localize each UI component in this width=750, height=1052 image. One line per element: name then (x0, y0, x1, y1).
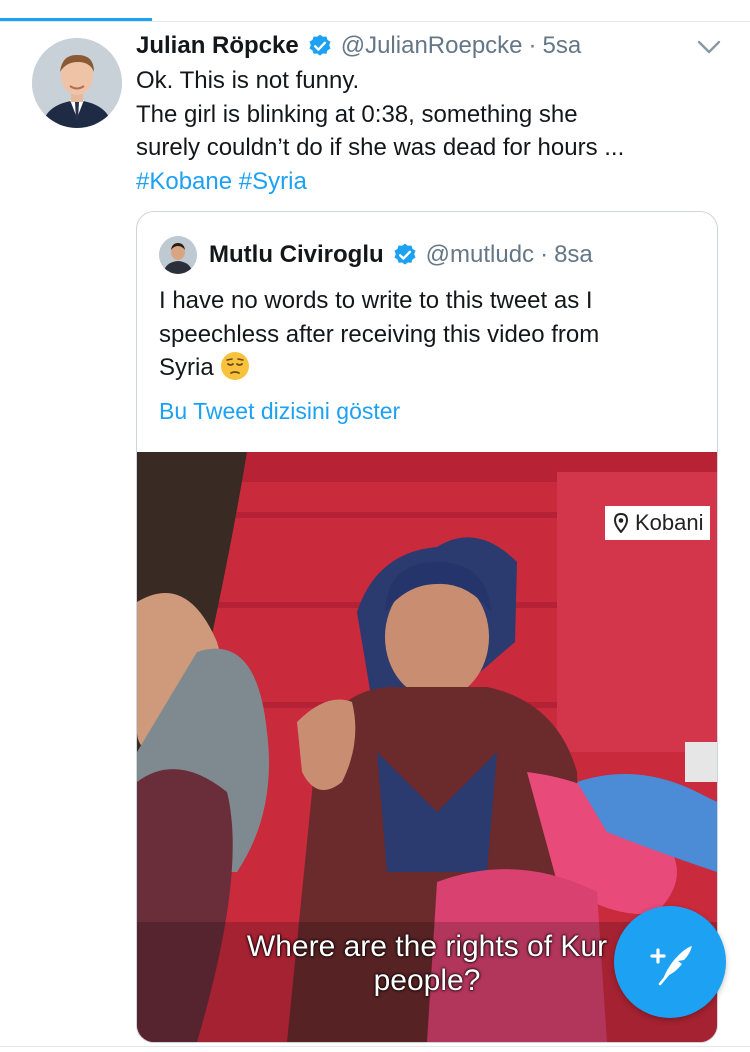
tweet-text-line: Ok. This is not funny. (136, 67, 360, 94)
quoted-tweet-header: Mutlu Civiroglu @mutludc · 8sa (159, 236, 593, 274)
pensive-face-icon (220, 351, 250, 381)
quoted-text-line: Syria (159, 354, 214, 381)
chevron-down-icon[interactable] (696, 34, 722, 60)
location-label: Kobani (635, 510, 704, 535)
top-divider (0, 21, 750, 22)
author-handle[interactable]: @JulianRoepcke (341, 32, 523, 60)
tweet-text-line: surely couldn’t do if she was dead for h… (136, 134, 625, 161)
separator-dot: · (528, 32, 537, 59)
verified-badge-icon (392, 242, 418, 268)
quoted-tweet-body: I have no words to write to this tweet a… (159, 284, 699, 385)
verified-badge-icon (307, 33, 333, 59)
hashtag-link[interactable]: #Syria (239, 168, 307, 195)
show-thread-link[interactable]: Bu Tweet dizisini göster (159, 398, 400, 425)
quoted-text-line: I have no words to write to this tweet a… (159, 287, 593, 314)
quoted-tweet-card[interactable]: Mutlu Civiroglu @mutludc · 8sa I have no… (136, 211, 718, 1043)
author-name[interactable]: Julian Röpcke (136, 32, 299, 60)
separator-dot: · (540, 241, 549, 268)
quoted-author-avatar[interactable] (159, 236, 197, 274)
quoted-author-name[interactable]: Mutlu Civiroglu (209, 241, 384, 269)
tweet-body: Ok. This is not funny. The girl is blink… (136, 64, 726, 198)
quoted-tweet-timestamp[interactable]: 8sa (554, 241, 593, 269)
quoted-text-line-last: Syria (159, 351, 699, 385)
tweet-timestamp[interactable]: 5sa (543, 32, 582, 60)
author-avatar[interactable] (32, 38, 122, 128)
quoted-author-handle[interactable]: @mutludc (426, 241, 534, 269)
compose-tweet-icon (650, 946, 692, 986)
compose-tweet-button[interactable] (614, 906, 726, 1018)
bottom-divider (0, 1046, 750, 1047)
quoted-text-line: speechless after receiving this video fr… (159, 320, 600, 348)
location-pin-icon (613, 513, 629, 533)
location-tag: Kobani (605, 506, 710, 540)
hashtag-link[interactable]: #Kobane (136, 168, 232, 195)
hashtag-list: #Kobane #Syria (136, 165, 726, 199)
tweet-header: Julian Röpcke @JulianRoepcke · 5sa (136, 30, 716, 62)
tweet-text-line: The girl is blinking at 0:38, something … (136, 100, 578, 128)
